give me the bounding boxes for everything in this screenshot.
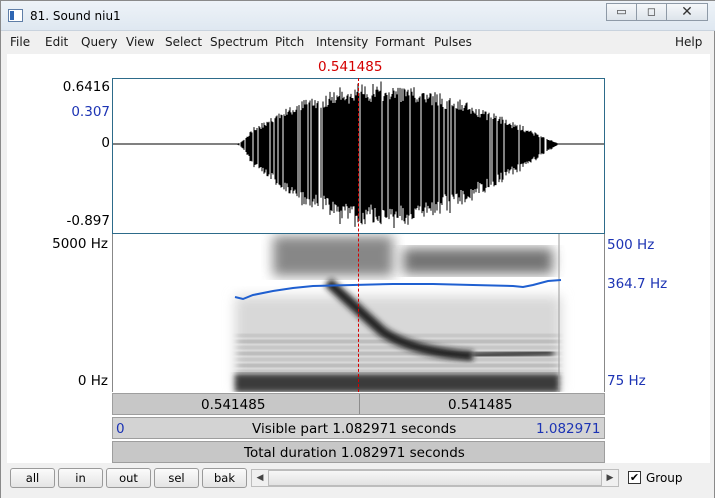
window-controls: ▭ ◻ ✕ (606, 3, 708, 21)
waveform-max-label: 0.6416 (62, 79, 110, 95)
time-cursor (358, 78, 359, 392)
menu-file[interactable]: File (10, 35, 30, 49)
menu-formant[interactable]: Formant (375, 35, 425, 49)
zoom-out-button[interactable]: out (106, 468, 151, 488)
title-bar[interactable]: 81. Sound niu1 ▭ ◻ ✕ (1, 1, 715, 31)
waveform-zero-label: 0 (101, 135, 110, 151)
zoom-selection-button[interactable]: sel (154, 468, 199, 488)
zoom-all-button[interactable]: all (10, 468, 55, 488)
spectrogram-harmonic-band (237, 346, 559, 349)
minimize-button[interactable]: ▭ (606, 3, 637, 21)
spectrogram-harmonic-band (237, 370, 559, 373)
group-label: Group (646, 471, 683, 485)
praat-app-icon (8, 9, 23, 22)
spectrogram-energy (235, 236, 561, 392)
menu-pulses[interactable]: Pulses (434, 35, 472, 49)
total-duration-text: Total duration 1.082971 seconds (244, 445, 465, 461)
pitch-top-label: 500 Hz (607, 237, 655, 253)
visible-part-bar[interactable]: 0 Visible part 1.082971 seconds 1.082971 (112, 417, 605, 439)
spectrogram-formant-track (472, 348, 554, 360)
menu-pitch[interactable]: Pitch (275, 35, 304, 49)
selection-time-bar[interactable]: 0.541485 0.541485 (112, 393, 605, 415)
window-title: 81. Sound niu1 (30, 9, 121, 23)
menu-select[interactable]: Select (165, 35, 202, 49)
segment-divider (359, 394, 360, 414)
waveform-cursor-value-label: 0.307 (71, 104, 110, 120)
menu-bar: File Edit Query View Select Spectrum Pit… (3, 32, 713, 53)
menu-view[interactable]: View (126, 35, 154, 49)
praat-sound-window: 81. Sound niu1 ▭ ◻ ✕ File Edit Query Vie… (0, 0, 715, 498)
waveform-signal (235, 81, 559, 229)
pitch-value-label: 364.7 Hz (607, 276, 668, 292)
menu-spectrum[interactable]: Spectrum (210, 35, 268, 49)
waveform-min-label: -0.897 (66, 213, 110, 229)
total-duration-bar[interactable]: Total duration 1.082971 seconds (112, 441, 605, 463)
spectrogram-top-freq-label: 5000 Hz (52, 236, 108, 252)
group-checkbox[interactable]: ✔ (628, 471, 641, 484)
zoom-back-button[interactable]: bak (202, 468, 247, 488)
spectrogram-formant-blob (273, 236, 393, 276)
pitch-bottom-label: 75 Hz (607, 373, 646, 389)
menu-intensity[interactable]: Intensity (316, 35, 368, 49)
scrollbar-thumb[interactable] (268, 470, 602, 486)
spectrogram-harmonic-band (237, 358, 559, 361)
spectrogram-low-band (235, 374, 559, 392)
visible-part-text: Visible part 1.082971 seconds (252, 421, 457, 437)
spectrogram-bottom-freq-label: 0 Hz (77, 373, 108, 389)
cursor-time-readout: 0.541485 (318, 59, 383, 75)
menu-edit[interactable]: Edit (45, 35, 68, 49)
scroll-left-arrow-icon[interactable]: ◀ (252, 470, 268, 486)
maximize-button[interactable]: ◻ (636, 3, 667, 21)
spectrogram-formant-blob (403, 248, 553, 274)
scroll-right-arrow-icon[interactable]: ▶ (602, 470, 618, 486)
close-button[interactable]: ✕ (666, 3, 708, 21)
right-segment-duration[interactable]: 0.541485 (448, 397, 512, 413)
visible-end-time: 1.082971 (536, 421, 601, 437)
time-scrollbar[interactable]: ◀ ▶ (251, 469, 619, 487)
bottom-toolbar: all in out sel bak ◀ ▶ ✔ Group (1, 463, 714, 498)
menu-help[interactable]: Help (675, 35, 702, 49)
zoom-in-button[interactable]: in (58, 468, 103, 488)
left-segment-duration[interactable]: 0.541485 (201, 397, 265, 413)
visible-start-time: 0 (116, 421, 125, 437)
spectrogram-harmonic-band (237, 364, 559, 367)
menu-query[interactable]: Query (81, 35, 117, 49)
